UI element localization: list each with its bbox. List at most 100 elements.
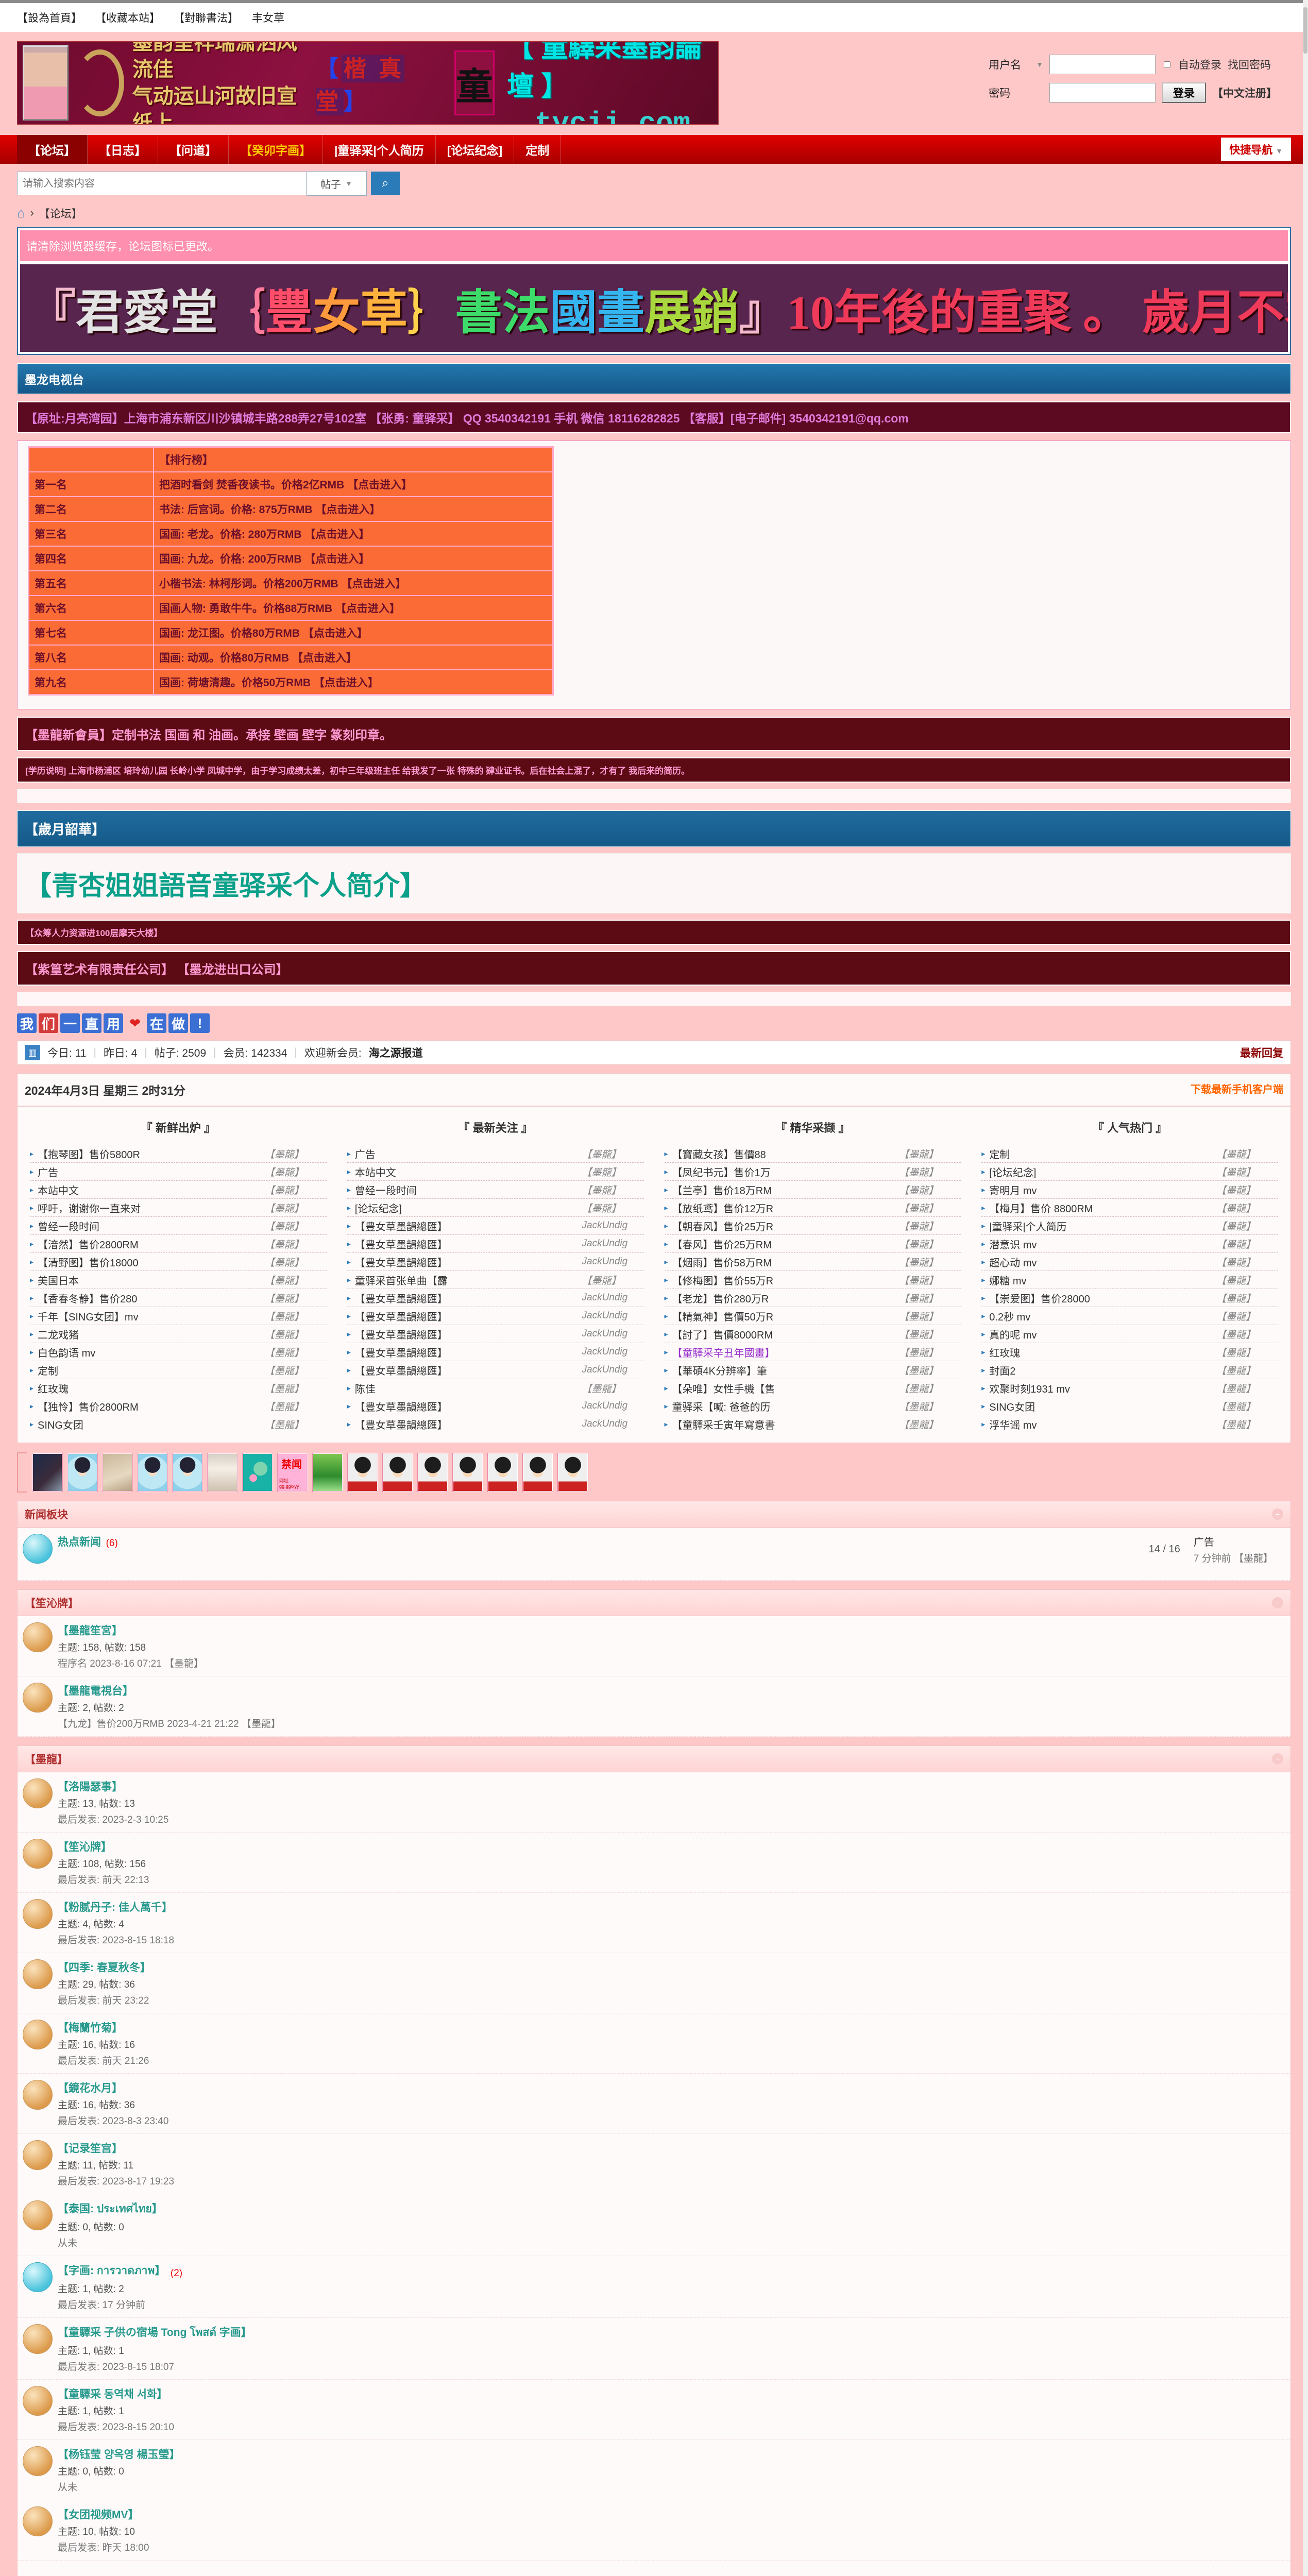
section-header[interactable]: 【墨龍】 −	[18, 1746, 1290, 1772]
rank-item-link[interactable]: 国画: 九龙。价格: 200万RMB 【点击进入】	[154, 546, 553, 571]
nav-item[interactable]: [论坛纪念]	[436, 135, 514, 164]
post-link[interactable]: 童驿采【喊: 爸爸的历	[672, 1399, 895, 1414]
post-author-link[interactable]: 【墨龍】	[899, 1399, 961, 1413]
post-link[interactable]: 娜糖 mv	[989, 1273, 1212, 1287]
post-author-link[interactable]: 【墨龍】	[265, 1255, 327, 1269]
forum-link[interactable]: 【粉腻丹子: 佳人萬千】	[58, 1899, 173, 1914]
post-link[interactable]: 【豊女草墨韻總匯】	[355, 1291, 578, 1306]
forum-lastpost[interactable]: 最后发表: 2023-8-15 20:10	[58, 2419, 1285, 2433]
post-author-link[interactable]: 【墨龍】	[1216, 1237, 1278, 1251]
post-link[interactable]: 【豊女草墨韻總匯】	[355, 1345, 578, 1360]
forum-lastpost[interactable]: 最后发表: 前天 22:13	[58, 1872, 1285, 1886]
quick-nav-button[interactable]: 快捷导航 ▼	[1221, 138, 1291, 161]
avatar-thumbnail[interactable]	[313, 1453, 343, 1492]
post-author-link[interactable]: 【墨龍】	[1216, 1327, 1278, 1341]
post-link[interactable]: 【豊女草墨韻總匯】	[355, 1327, 578, 1342]
post-link[interactable]: 浮华谣 mv	[989, 1417, 1212, 1432]
forum-lastpost[interactable]: 最后发表: 17 分钟前	[58, 2297, 1285, 2311]
post-author-link[interactable]: 【墨龍】	[1216, 1309, 1278, 1323]
post-link[interactable]: |童驿采|个人简历	[989, 1218, 1212, 1233]
post-author-link[interactable]: 【墨龍】	[582, 1165, 644, 1179]
find-password-link[interactable]: 找回密码	[1228, 57, 1271, 72]
forum-link[interactable]: 【四季: 春夏秋冬】	[58, 1959, 151, 1975]
post-author-link[interactable]: 【墨龍】	[582, 1147, 644, 1161]
forum-lastpost[interactable]: 最后发表: 前天 21:26	[58, 2053, 1285, 2067]
post-author-link[interactable]: 【墨龍】	[899, 1255, 961, 1269]
lastpost-title-link[interactable]: 广告	[1194, 1534, 1273, 1549]
login-button[interactable]: 登录	[1162, 82, 1206, 103]
post-link[interactable]: 【放纸鸢】售价12万R	[672, 1200, 895, 1215]
topbar-link[interactable]: 【收藏本站】	[95, 10, 160, 25]
post-link[interactable]: 【凤纪书元】售价1万	[672, 1164, 895, 1179]
post-author-link[interactable]: 【墨龍】	[899, 1201, 961, 1215]
post-link[interactable]: 【精氣神】售價50万R	[672, 1309, 895, 1324]
post-link[interactable]: [论坛纪念]	[355, 1200, 578, 1215]
post-author-link[interactable]: 【墨龍】	[899, 1273, 961, 1287]
rank-item-link[interactable]: 国画: 荷塘清趣。价格50万RMB 【点击进入】	[154, 670, 553, 695]
rank-item-link[interactable]: 小楷书法: 林柯彤词。价格200万RMB 【点击进入】	[154, 571, 553, 596]
post-link[interactable]: 【寶藏女孩】售價88	[672, 1146, 895, 1161]
post-link[interactable]: 【春风】售价25万RM	[672, 1236, 895, 1251]
forum-link[interactable]: 【女团视频MV】	[58, 2506, 139, 2522]
forum-link[interactable]: 【洛陽瑟事】	[58, 1778, 123, 1794]
post-author-link[interactable]: 【墨龍】	[1216, 1417, 1278, 1431]
forum-lastpost[interactable]: 【九龙】售价200万RMB 2023-4-21 21:22 【墨龍】	[58, 1716, 1285, 1730]
download-app-link[interactable]: 下载最新手机客户端	[1191, 1081, 1283, 1098]
post-link[interactable]: 【湆然】售价2800RM	[38, 1236, 261, 1251]
nav-item[interactable]: 【日志】	[88, 135, 158, 164]
forum-link[interactable]: 热点新闻	[58, 1534, 101, 1549]
latest-reply-link[interactable]: 最新回复	[1240, 1045, 1283, 1060]
intro-title[interactable]: 【青杏姐姐語音童驿采个人简介】	[25, 864, 1283, 903]
post-author-link[interactable]: 【墨龍】	[899, 1363, 961, 1377]
post-author-link[interactable]: 【墨龍】	[265, 1183, 327, 1197]
post-author-link[interactable]: 【墨龍】	[899, 1219, 961, 1233]
forum-lastpost[interactable]: 从未	[58, 2235, 1285, 2249]
post-link[interactable]: 封面2	[989, 1363, 1212, 1378]
avatar-thumbnail[interactable]	[103, 1453, 132, 1492]
forum-link[interactable]: 【泰国: ประเทศไทย】	[58, 2200, 163, 2217]
forum-link[interactable]: 【梅蘭竹菊】	[58, 2020, 123, 2035]
post-author-link[interactable]: JackUndig	[582, 1364, 644, 1376]
post-link[interactable]: 美国日本	[38, 1273, 261, 1287]
rank-item-link[interactable]: 国画: 老龙。价格: 280万RMB 【点击进入】	[154, 521, 553, 546]
avatar-thumbnail[interactable]	[243, 1453, 273, 1492]
forum-lastpost[interactable]: 最后发表: 前天 23:22	[58, 1993, 1285, 2007]
collapse-icon[interactable]: −	[1272, 1509, 1283, 1520]
post-link[interactable]: 【抱琴图】售价5800R	[38, 1146, 261, 1161]
post-link[interactable]: 【修梅图】售价55万R	[672, 1273, 895, 1287]
post-link[interactable]: 陈佳	[355, 1381, 578, 1396]
post-author-link[interactable]: 【墨龍】	[899, 1381, 961, 1395]
post-author-link[interactable]: 【墨龍】	[1216, 1147, 1278, 1161]
post-author-link[interactable]: 【墨龍】	[899, 1147, 961, 1161]
post-link[interactable]: 【童驛采辛丑年國畫】	[672, 1345, 895, 1360]
post-author-link[interactable]: 【墨龍】	[899, 1183, 961, 1197]
post-author-link[interactable]: 【墨龍】	[265, 1201, 327, 1215]
home-icon[interactable]: ⌂	[17, 205, 25, 221]
post-author-link[interactable]: 【墨龍】	[265, 1273, 327, 1287]
username-dropdown-icon[interactable]: ▼	[1036, 60, 1043, 69]
post-author-link[interactable]: 【墨龍】	[265, 1417, 327, 1431]
post-link[interactable]: 【豊女草墨韻總匯】	[355, 1399, 578, 1414]
nav-item[interactable]: 【论坛】	[17, 135, 88, 164]
post-author-link[interactable]: JackUndig	[582, 1238, 644, 1249]
nav-item[interactable]: 【癸卯字画】	[229, 135, 323, 164]
post-author-link[interactable]: 【墨龍】	[899, 1345, 961, 1359]
scrollbar[interactable]	[1303, 0, 1308, 2576]
post-link[interactable]: SING女团	[38, 1417, 261, 1432]
post-link[interactable]: 【豊女草墨韻總匯】	[355, 1218, 578, 1233]
post-link[interactable]: 【童驛采壬寅年寫意書	[672, 1417, 895, 1432]
post-link[interactable]: 红玫瑰	[989, 1345, 1212, 1360]
post-author-link[interactable]: JackUndig	[582, 1220, 644, 1231]
post-link[interactable]: 本站中文	[355, 1164, 578, 1179]
post-author-link[interactable]: 【墨龍】	[1216, 1201, 1278, 1215]
avatar-thumbnail[interactable]	[208, 1453, 237, 1492]
post-link[interactable]: 呼吁，谢谢你一直来对	[38, 1200, 261, 1215]
search-input[interactable]	[17, 172, 307, 195]
post-author-link[interactable]: 【墨龍】	[899, 1417, 961, 1431]
post-author-link[interactable]: 【墨龍】	[582, 1201, 644, 1215]
post-link[interactable]: 千年【SING女团】mv	[38, 1309, 261, 1324]
forum-lastpost[interactable]: 最后发表: 2023-8-3 23:40	[58, 2113, 1285, 2127]
post-link[interactable]: 广告	[38, 1164, 261, 1179]
post-link[interactable]: 【兰亭】售价18万RM	[672, 1182, 895, 1197]
post-author-link[interactable]: 【墨龍】	[899, 1327, 961, 1341]
